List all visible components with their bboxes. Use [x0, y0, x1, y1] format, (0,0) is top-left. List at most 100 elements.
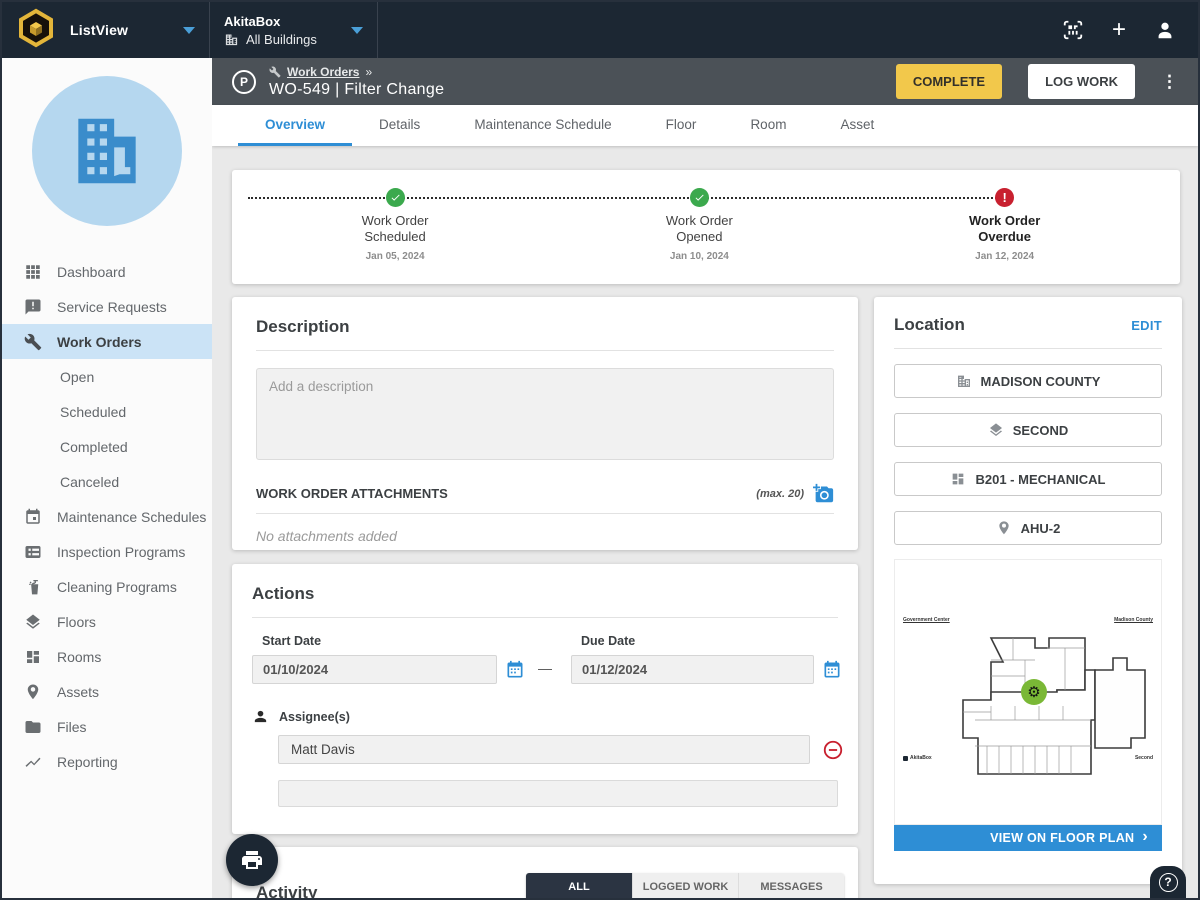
assignee-input[interactable]	[278, 735, 810, 764]
complete-button[interactable]: COMPLETE	[896, 64, 1002, 99]
location-room-button[interactable]: B201 - MECHANICAL	[894, 462, 1162, 496]
asset-marker-icon[interactable]: ⚙	[1021, 679, 1047, 705]
tab-floor[interactable]: Floor	[639, 105, 724, 146]
room-icon	[950, 471, 966, 487]
question-mark-icon: ?	[1159, 873, 1178, 892]
sidebar-item-assets[interactable]: Assets	[2, 674, 212, 709]
sidebar-item-dashboard[interactable]: Dashboard	[2, 254, 212, 289]
tab-bar: Overview Details Maintenance Schedule Fl…	[212, 105, 1198, 146]
sidebar-item-work-orders[interactable]: Work Orders	[2, 324, 212, 359]
sidebar-item-label: Floors	[57, 614, 96, 630]
sidebar-item-completed[interactable]: Completed	[2, 429, 212, 464]
milestone-date: Jan 05, 2024	[320, 251, 470, 262]
tab-maintenance-schedule[interactable]: Maintenance Schedule	[447, 105, 638, 146]
sidebar-item-label: Completed	[60, 439, 128, 455]
start-date-input[interactable]	[252, 655, 497, 684]
activity-filter-group: ALL LOGGED WORK MESSAGES	[526, 873, 844, 900]
divider	[894, 348, 1162, 349]
app-window: ListView AkitaBox All Buildings +	[0, 0, 1200, 900]
add-icon[interactable]: +	[1108, 19, 1130, 41]
sidebar-item-service-requests[interactable]: Service Requests	[2, 289, 212, 324]
sidebar-item-floors[interactable]: Floors	[2, 604, 212, 639]
tab-asset[interactable]: Asset	[813, 105, 901, 146]
due-date-input[interactable]	[571, 655, 814, 684]
log-work-button[interactable]: LOG WORK	[1028, 64, 1135, 99]
sidebar-item-scheduled[interactable]: Scheduled	[2, 394, 212, 429]
description-card: Description WORK ORDER ATTACHMENTS (max.…	[232, 297, 858, 550]
sidebar-item-label: Canceled	[60, 474, 119, 490]
view-on-floor-plan-button[interactable]: VIEW ON FLOOR PLAN ›	[894, 825, 1162, 851]
sidebar-item-label: Open	[60, 369, 94, 385]
filter-all-button[interactable]: ALL	[526, 873, 632, 900]
sidebar-item-label: Work Orders	[57, 334, 142, 350]
location-asset-button[interactable]: AHU-2	[894, 511, 1162, 545]
status-timeline-card: Work OrderScheduled Jan 05, 2024 Work Or…	[232, 170, 1180, 284]
assignee-input-empty[interactable]	[278, 780, 838, 807]
location-title: Location	[894, 315, 965, 335]
building-selector[interactable]: AkitaBox All Buildings	[210, 2, 378, 58]
description-input[interactable]	[256, 368, 834, 460]
add-photo-icon[interactable]	[813, 483, 834, 504]
divider	[256, 513, 834, 514]
filter-messages-button[interactable]: MESSAGES	[738, 873, 844, 900]
chevron-down-icon	[183, 27, 195, 34]
due-date-calendar-icon[interactable]	[822, 660, 842, 680]
location-floor-label: SECOND	[1013, 423, 1069, 438]
dashboard-icon	[24, 263, 42, 281]
milestone-overdue: ! Work OrderOverdue Jan 12, 2024	[930, 188, 1080, 262]
user-account-icon[interactable]	[1154, 19, 1176, 41]
sidebar-item-reporting[interactable]: Reporting	[2, 744, 212, 779]
floor-icon	[988, 422, 1004, 438]
sidebar-item-label: Inspection Programs	[57, 544, 185, 560]
calendar-icon	[24, 508, 42, 526]
remove-assignee-icon[interactable]	[822, 739, 844, 761]
building-icon	[224, 32, 239, 47]
divider	[252, 617, 838, 618]
sidebar-item-label: Dashboard	[57, 264, 126, 280]
sidebar-item-cleaning-programs[interactable]: Cleaning Programs	[2, 569, 212, 604]
date-range-separator: —	[538, 660, 552, 676]
sidebar-item-label: Assets	[57, 684, 99, 700]
content-scroll-area[interactable]: Work OrderScheduled Jan 05, 2024 Work Or…	[212, 146, 1198, 900]
floorplan-thumbnail[interactable]: Government Center Madison County AkitaBo…	[894, 559, 1162, 825]
breadcrumb-work-orders-link[interactable]: Work Orders	[287, 65, 359, 79]
work-order-header: P Work Orders » WO-549 | Filter Change C…	[212, 58, 1198, 105]
due-date-label: Due Date	[571, 634, 814, 648]
layers-icon	[24, 613, 42, 631]
divider	[256, 350, 834, 351]
qr-scan-icon[interactable]	[1062, 19, 1084, 41]
building-icon	[956, 373, 972, 389]
wrench-icon	[24, 333, 42, 351]
edit-location-link[interactable]: EDIT	[1131, 318, 1162, 333]
app-switcher[interactable]: ListView	[2, 2, 210, 58]
sidebar-item-files[interactable]: Files	[2, 709, 212, 744]
sidebar-item-maintenance-schedules[interactable]: Maintenance Schedules	[2, 499, 212, 534]
check-circle-icon	[386, 188, 405, 207]
sidebar-item-label: Files	[57, 719, 87, 735]
help-button[interactable]: ?	[1150, 866, 1186, 898]
start-date-calendar-icon[interactable]	[505, 660, 525, 680]
location-card: Location EDIT MADISON COUNTY SECOND	[874, 297, 1182, 884]
tab-overview[interactable]: Overview	[238, 105, 352, 146]
sidebar-item-canceled[interactable]: Canceled	[2, 464, 212, 499]
page-title: WO-549 | Filter Change	[269, 81, 444, 99]
rooms-icon	[24, 648, 42, 666]
actions-card: Actions Start Date —	[232, 564, 858, 834]
location-building-button[interactable]: MADISON COUNTY	[894, 364, 1162, 398]
service-requests-icon	[24, 298, 42, 316]
building-avatar[interactable]	[32, 76, 182, 226]
tab-room[interactable]: Room	[723, 105, 813, 146]
wrench-icon	[269, 66, 281, 78]
building-selector-value: All Buildings	[246, 32, 317, 47]
location-floor-button[interactable]: SECOND	[894, 413, 1162, 447]
inspection-icon	[24, 543, 42, 561]
filter-logged-work-button[interactable]: LOGGED WORK	[632, 873, 738, 900]
sidebar-item-inspection-programs[interactable]: Inspection Programs	[2, 534, 212, 569]
tab-details[interactable]: Details	[352, 105, 447, 146]
kebab-menu-icon[interactable]: ⋮	[1161, 73, 1178, 90]
sidebar-item-rooms[interactable]: Rooms	[2, 639, 212, 674]
spray-bottle-icon	[24, 578, 42, 596]
trend-chart-icon	[24, 753, 42, 771]
print-button[interactable]	[226, 834, 278, 886]
sidebar-item-open[interactable]: Open	[2, 359, 212, 394]
